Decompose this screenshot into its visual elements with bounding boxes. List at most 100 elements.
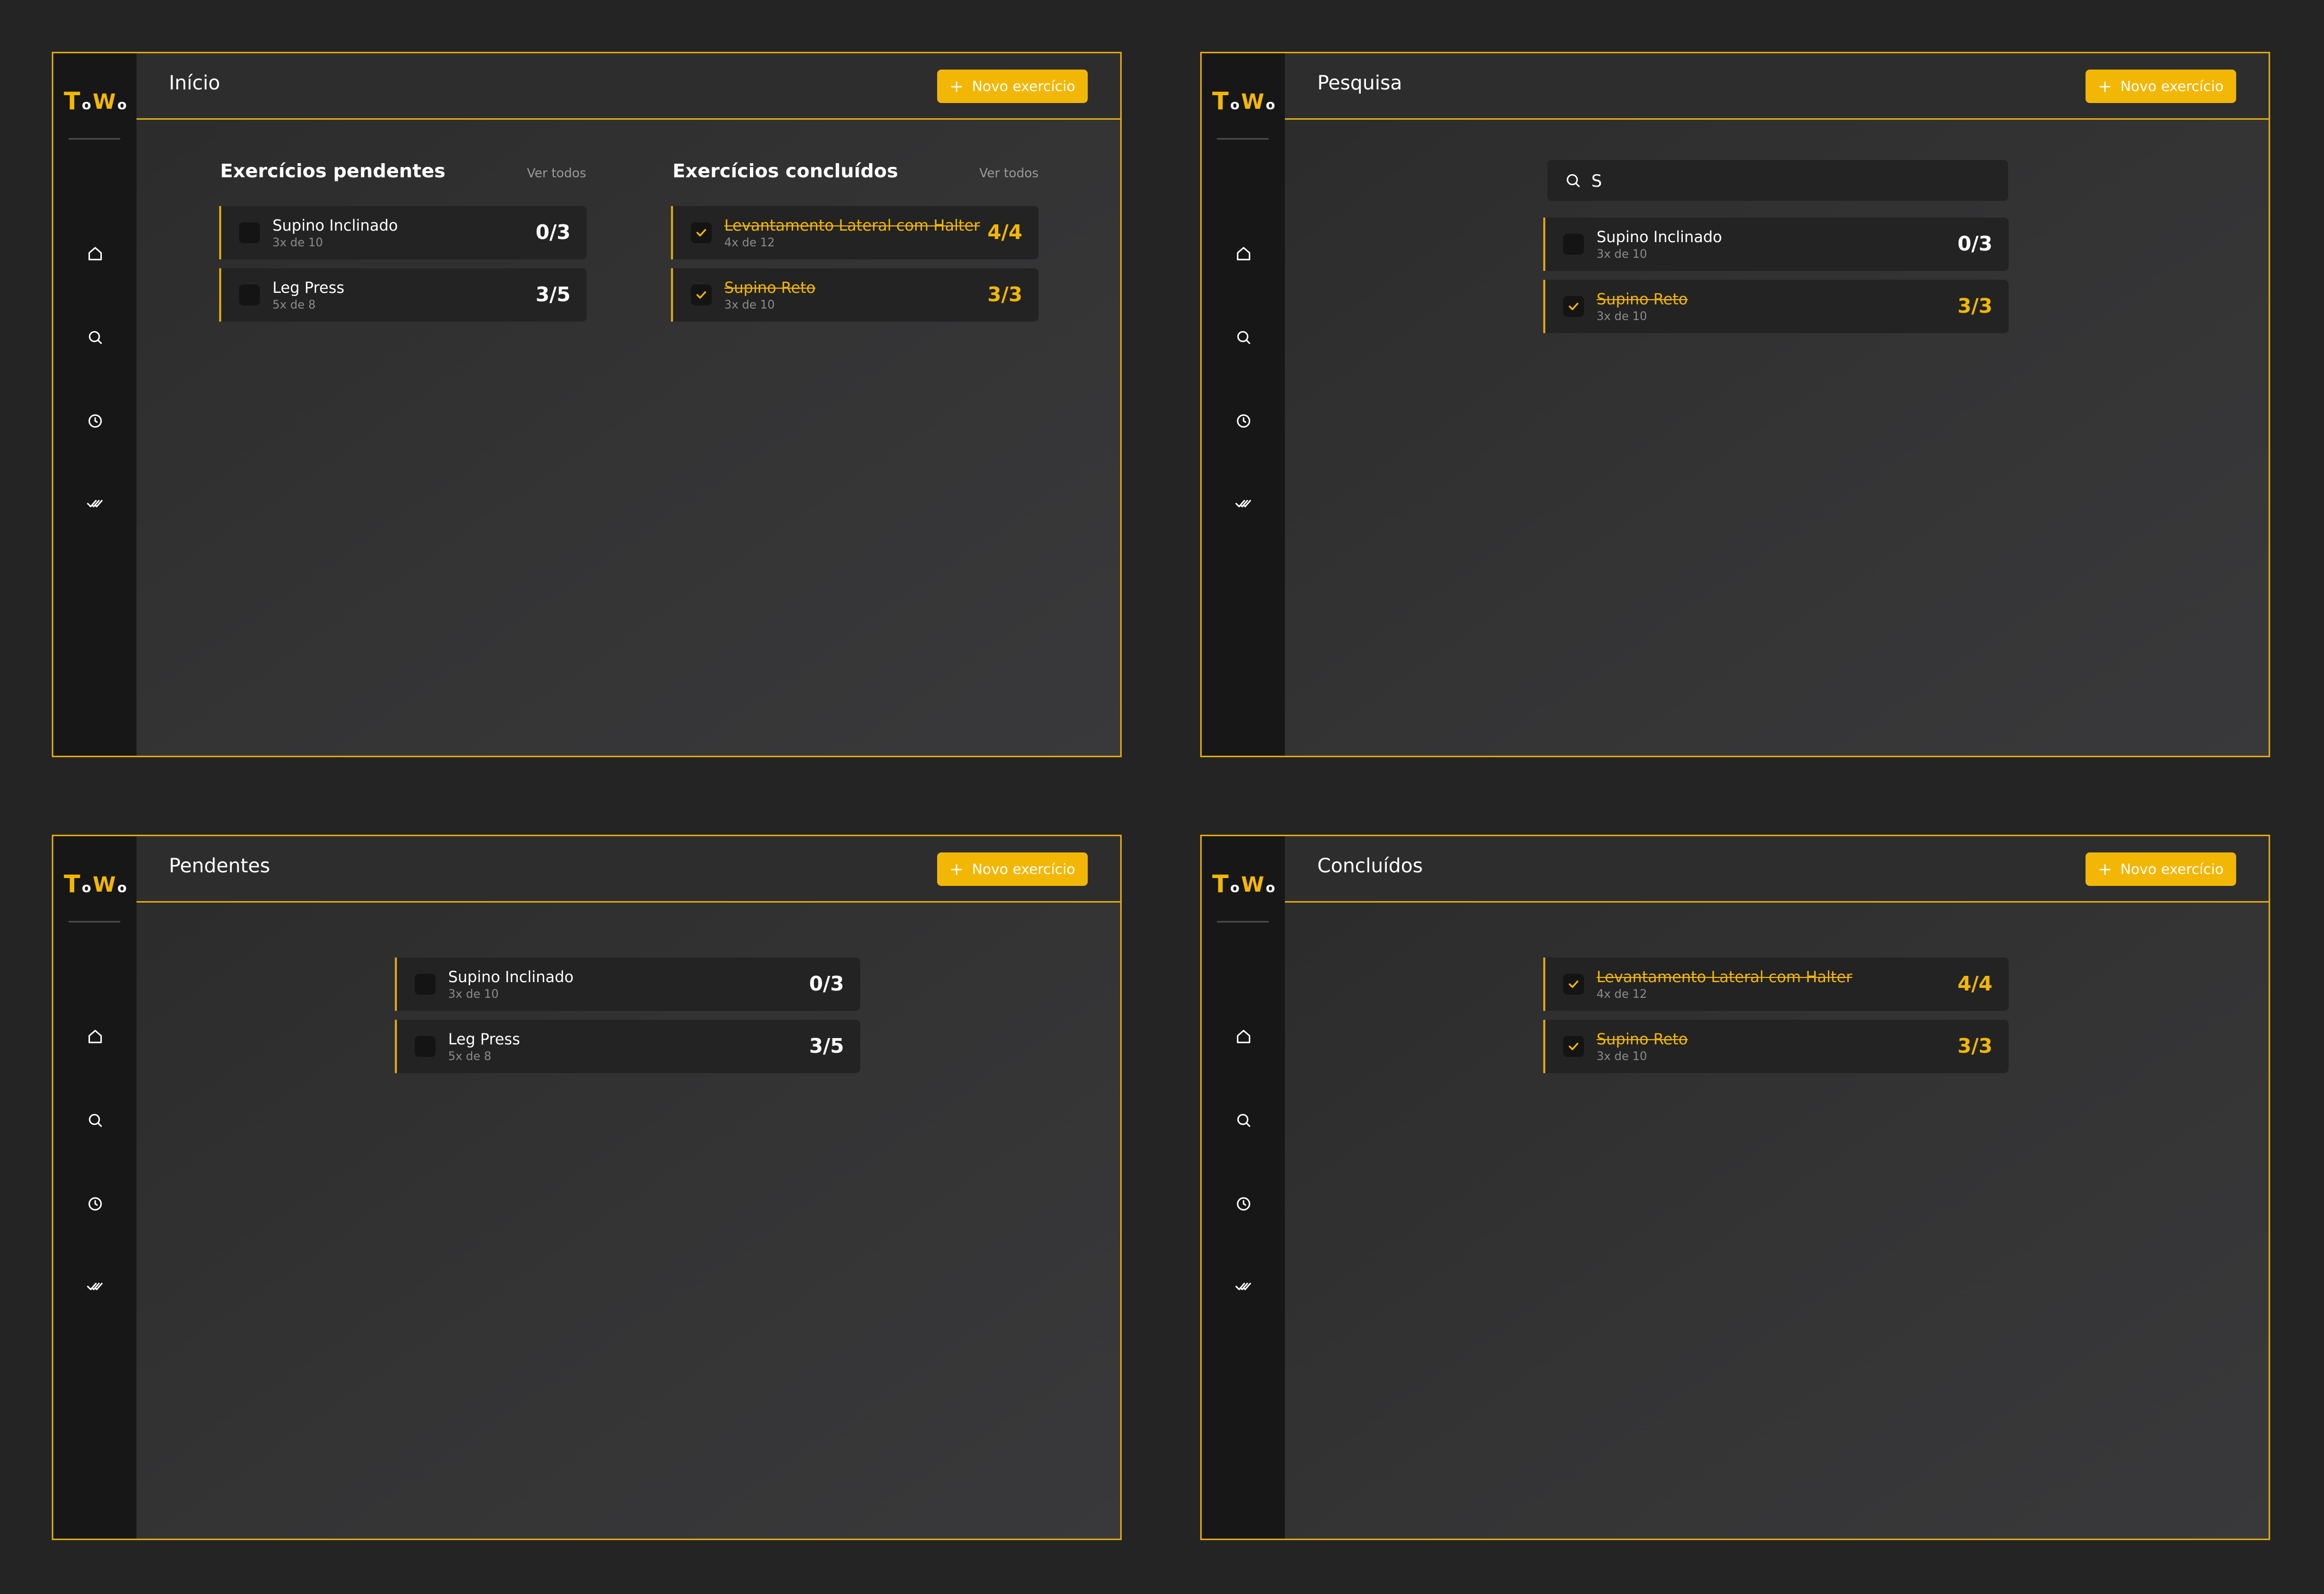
exercise-progress: 3/5 — [809, 1034, 844, 1057]
search-icon[interactable] — [1230, 1107, 1257, 1133]
exercise-progress: 3/3 — [987, 283, 1022, 306]
logo-letter: o — [117, 880, 127, 896]
done-screen: ToWo Concluídos + Novo exercício Levanta… — [1200, 835, 2270, 1540]
plus-icon: + — [949, 859, 964, 879]
clock-icon[interactable] — [82, 407, 108, 434]
main-content: Pendentes + Novo exercício Supino Inclin… — [136, 836, 1120, 1539]
exercise-name: Levantamento Lateral com Halter — [1597, 968, 1852, 986]
logo-letter: W — [1241, 873, 1264, 897]
new-exercise-button[interactable]: + Novo exercício — [937, 852, 1088, 886]
search-screen: ToWo Pesquisa + Novo exercício Supino In… — [1200, 52, 2270, 757]
checkbox[interactable] — [691, 222, 712, 243]
list-item[interactable]: Supino Inclinado 3x de 10 0/3 — [1543, 218, 2009, 271]
checkbox[interactable] — [691, 284, 712, 305]
checkbox[interactable] — [239, 222, 260, 243]
logo-letter: T — [64, 87, 81, 115]
see-all-link[interactable]: Ver todos — [979, 166, 1039, 180]
new-exercise-button[interactable]: + Novo exercício — [2085, 852, 2236, 886]
exercise-name: Supino Inclinado — [1597, 228, 1722, 246]
app-logo[interactable]: ToWo — [64, 868, 127, 896]
app-logo[interactable]: ToWo — [1212, 868, 1275, 896]
checkbox[interactable] — [415, 974, 436, 995]
logo-letter: o — [82, 880, 92, 896]
list-item[interactable]: Levantamento Lateral com Halter 4x de 12… — [1543, 958, 2009, 1011]
exercise-sets: 3x de 10 — [724, 299, 775, 312]
exercise-progress: 4/4 — [1957, 972, 1992, 995]
list-item[interactable]: Levantamento Lateral com Halter 4x de 12… — [671, 206, 1039, 259]
checkbox[interactable] — [1563, 1036, 1584, 1057]
check-icon — [1567, 1040, 1580, 1053]
checkbox[interactable] — [1563, 234, 1584, 255]
home-icon[interactable] — [1230, 1023, 1257, 1050]
home-icon[interactable] — [82, 240, 108, 267]
main-content: Concluídos + Novo exercício Levantamento… — [1285, 836, 2269, 1539]
sidebar-divider — [1217, 138, 1269, 140]
logo-letter: T — [1212, 87, 1229, 115]
home-icon[interactable] — [82, 1023, 108, 1050]
search-input[interactable] — [1590, 167, 1990, 195]
exercise-progress: 3/3 — [1957, 294, 1992, 317]
new-exercise-label: Novo exercício — [972, 861, 1075, 878]
double-check-icon[interactable] — [82, 490, 108, 517]
list-item[interactable]: Supino Reto 3x de 10 3/3 — [1543, 280, 2009, 333]
done-section-header: Exercícios concluídos Ver todos — [673, 161, 1039, 182]
sidebar: ToWo — [53, 836, 136, 1539]
check-icon — [1567, 300, 1580, 313]
see-all-link[interactable]: Ver todos — [527, 166, 586, 180]
checkbox[interactable] — [1563, 296, 1584, 317]
sidebar-divider — [69, 921, 120, 923]
list-item[interactable]: Supino Reto 3x de 10 3/3 — [671, 268, 1039, 322]
exercise-sets: 5x de 8 — [448, 1050, 492, 1063]
exercise-sets: 3x de 10 — [1597, 1050, 1647, 1063]
clock-icon[interactable] — [1230, 407, 1257, 434]
search-icon[interactable] — [1230, 324, 1257, 350]
exercise-progress: 0/3 — [536, 221, 571, 244]
checkbox[interactable] — [1563, 974, 1584, 995]
done-list: Levantamento Lateral com Halter 4x de 12… — [1543, 958, 2009, 1082]
check-icon — [1567, 977, 1580, 991]
list-item[interactable]: Leg Press 5x de 8 3/5 — [219, 268, 587, 322]
exercise-sets: 4x de 12 — [724, 236, 775, 249]
page-title: Pesquisa — [1317, 72, 1403, 94]
double-check-icon[interactable] — [1230, 1273, 1257, 1300]
app-logo[interactable]: ToWo — [1212, 85, 1275, 113]
exercise-name: Supino Inclinado — [448, 968, 574, 986]
home-screen: ToWo Início + Novo exercício Exercícios … — [52, 52, 1122, 757]
search-results-list: Supino Inclinado 3x de 10 0/3 Supino Ret… — [1543, 218, 2009, 342]
clock-icon[interactable] — [82, 1190, 108, 1217]
search-icon[interactable] — [82, 1107, 108, 1133]
list-item[interactable]: Supino Reto 3x de 10 3/3 — [1543, 1020, 2009, 1073]
search-icon[interactable] — [82, 324, 108, 350]
app-logo[interactable]: ToWo — [64, 85, 127, 113]
exercise-sets: 3x de 10 — [272, 236, 323, 249]
list-item[interactable]: Leg Press 5x de 8 3/5 — [395, 1020, 860, 1073]
pending-section-header: Exercícios pendentes Ver todos — [220, 161, 586, 182]
page-title: Início — [169, 72, 220, 94]
exercise-sets: 3x de 10 — [1597, 310, 1647, 323]
pending-list: Supino Inclinado 3x de 10 0/3 Leg Press … — [395, 958, 860, 1082]
list-item[interactable]: Supino Inclinado 3x de 10 0/3 — [219, 206, 587, 259]
exercise-name: Supino Reto — [1597, 290, 1688, 308]
exercise-name: Leg Press — [272, 279, 345, 297]
section-title: Exercícios pendentes — [220, 161, 446, 182]
section-title: Exercícios concluídos — [673, 161, 898, 182]
topbar: Concluídos + Novo exercício — [1285, 836, 2269, 903]
topbar: Início + Novo exercício — [136, 53, 1120, 120]
new-exercise-button[interactable]: + Novo exercício — [937, 70, 1088, 103]
exercise-sets: 3x de 10 — [448, 988, 499, 1001]
list-item[interactable]: Supino Inclinado 3x de 10 0/3 — [395, 958, 860, 1011]
logo-letter: W — [1241, 90, 1264, 114]
double-check-icon[interactable] — [1230, 490, 1257, 517]
clock-icon[interactable] — [1230, 1190, 1257, 1217]
checkbox[interactable] — [239, 284, 260, 305]
search-field[interactable] — [1547, 160, 2008, 201]
exercise-progress: 0/3 — [1957, 232, 1992, 255]
logo-letter: W — [93, 90, 116, 114]
checkbox[interactable] — [415, 1036, 436, 1057]
double-check-icon[interactable] — [82, 1273, 108, 1300]
home-icon[interactable] — [1230, 240, 1257, 267]
new-exercise-button[interactable]: + Novo exercício — [2085, 70, 2236, 103]
exercise-sets: 3x de 10 — [1597, 248, 1647, 261]
topbar: Pesquisa + Novo exercício — [1285, 53, 2269, 120]
exercise-name: Supino Reto — [724, 279, 816, 297]
